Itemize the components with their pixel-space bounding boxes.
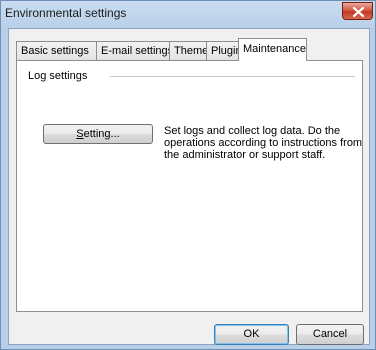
setting-button-mnemonic: S: [76, 128, 84, 140]
window-title: Environmental settings: [5, 6, 127, 20]
environmental-settings-window: Environmental settings Basic settings E-…: [0, 0, 376, 350]
setting-button[interactable]: Setting...: [43, 124, 153, 144]
tab-basic-settings[interactable]: Basic settings: [16, 41, 97, 60]
log-settings-description: Set logs and collect log data. Do the op…: [164, 125, 363, 161]
log-settings-group-label: Log settings: [28, 70, 88, 82]
setting-button-label: etting...: [83, 128, 120, 140]
tab-theme[interactable]: Theme: [169, 41, 208, 60]
dialog-client-area: Basic settings E-mail settings Theme Plu…: [8, 28, 370, 345]
ok-button[interactable]: OK: [214, 324, 289, 345]
maintenance-panel: Log settings Setting... Set logs and col…: [16, 60, 363, 312]
cancel-button[interactable]: Cancel: [296, 324, 364, 345]
close-button[interactable]: [342, 2, 373, 20]
tab-email-settings[interactable]: E-mail settings: [96, 41, 173, 60]
tab-plugin[interactable]: Plugin: [206, 41, 242, 60]
tab-maintenance[interactable]: Maintenance: [238, 38, 307, 61]
title-bar[interactable]: Environmental settings: [1, 1, 375, 27]
group-divider: [110, 76, 355, 77]
close-icon: [353, 7, 364, 17]
